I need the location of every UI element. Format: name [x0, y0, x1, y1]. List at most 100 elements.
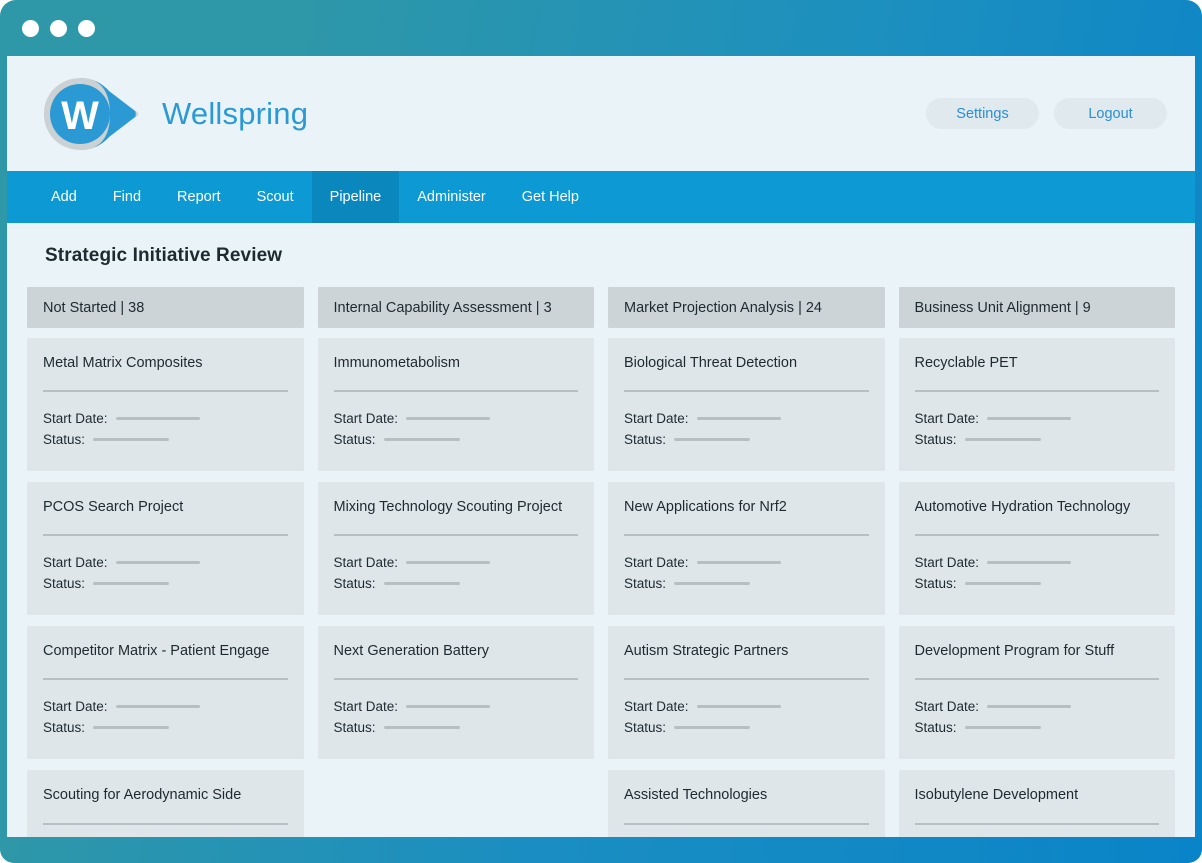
field-label-start-date: Start Date:: [915, 699, 980, 714]
project-card[interactable]: Development Program for Stuff Start Date:…: [899, 626, 1176, 759]
minimize-window-icon[interactable]: [50, 20, 67, 37]
field-label-start-date: Start Date:: [624, 411, 689, 426]
field-value-placeholder-start-date: [697, 417, 781, 420]
card-field-start-date: Start Date:: [624, 555, 869, 570]
card-field-status: Status:: [915, 432, 1160, 447]
page-title: Strategic Initiative Review: [45, 245, 1175, 267]
card-divider: [43, 678, 288, 680]
field-label-status: Status:: [334, 576, 376, 591]
project-card[interactable]: PCOS Search ProjectStart Date:Status:: [27, 482, 304, 615]
field-label-status: Status:: [915, 720, 957, 735]
card-divider: [915, 534, 1160, 536]
card-field-start-date: Start Date:: [624, 411, 869, 426]
card-field-start-date: Start Date:: [915, 411, 1160, 426]
field-label-status: Status:: [334, 720, 376, 735]
project-card-title: PCOS Search Project: [43, 498, 288, 516]
field-label-start-date: Start Date:: [624, 555, 689, 570]
field-value-placeholder-start-date: [406, 417, 490, 420]
field-label-status: Status:: [624, 432, 666, 447]
field-value-placeholder-start-date: [116, 705, 200, 708]
project-card[interactable]: Isobutylene DevelopmentStart Date:Status…: [899, 770, 1176, 837]
nav-item-add[interactable]: Add: [33, 171, 95, 223]
nav-item-report[interactable]: Report: [159, 171, 239, 223]
project-card[interactable]: Automotive Hydration Technology Start Dat…: [899, 482, 1176, 615]
settings-button[interactable]: Settings: [926, 98, 1039, 129]
field-value-placeholder-start-date: [406, 561, 490, 564]
field-value-placeholder-start-date: [987, 561, 1071, 564]
field-value-placeholder-start-date: [116, 561, 200, 564]
field-value-placeholder-status: [965, 726, 1041, 729]
nav-item-scout[interactable]: Scout: [239, 171, 312, 223]
project-card-title: Isobutylene Development: [915, 786, 1160, 804]
field-value-placeholder-status: [965, 582, 1041, 585]
field-label-start-date: Start Date:: [334, 411, 399, 426]
card-field-status: Status:: [624, 720, 869, 735]
field-label-start-date: Start Date:: [43, 411, 108, 426]
close-window-icon[interactable]: [22, 20, 39, 37]
field-value-placeholder-status: [674, 438, 750, 441]
card-field-status: Status:: [43, 576, 288, 591]
card-field-start-date: Start Date:: [624, 699, 869, 714]
project-card[interactable]: Biological Threat DetectionStart Date:St…: [608, 338, 885, 471]
project-card[interactable]: Next Generation BatteryStart Date:Status…: [318, 626, 595, 759]
field-label-start-date: Start Date:: [624, 699, 689, 714]
column-header[interactable]: Internal Capability Assessment | 3: [318, 287, 595, 328]
card-field-status: Status:: [43, 720, 288, 735]
field-value-placeholder-status: [384, 582, 460, 585]
field-value-placeholder-start-date: [697, 705, 781, 708]
field-label-start-date: Start Date:: [43, 699, 108, 714]
project-card[interactable]: Assisted TechnologiesStart Date:Status:: [608, 770, 885, 837]
nav-item-get-help[interactable]: Get Help: [504, 171, 597, 223]
header-actions: Settings Logout: [926, 98, 1167, 129]
column-header[interactable]: Not Started | 38: [27, 287, 304, 328]
brand-header: W Wellspring Settings Logout: [7, 56, 1195, 171]
nav-item-find[interactable]: Find: [95, 171, 159, 223]
project-card[interactable]: Mixing Technology Scouting ProjectStart …: [318, 482, 595, 615]
project-card[interactable]: Autism Strategic PartnersStart Date:Stat…: [608, 626, 885, 759]
project-card-title: Metal Matrix Composites: [43, 354, 288, 372]
project-card[interactable]: Metal Matrix Composites Start Date: Status…: [27, 338, 304, 471]
card-divider: [915, 390, 1160, 392]
card-divider: [43, 390, 288, 392]
card-field-status: Status:: [624, 432, 869, 447]
project-card[interactable]: ImmunometabolismStart Date:Status:: [318, 338, 595, 471]
card-field-status: Status:: [334, 720, 579, 735]
maximize-window-icon[interactable]: [78, 20, 95, 37]
nav-item-pipeline[interactable]: Pipeline: [312, 171, 400, 223]
project-card-title: Recyclable PET: [915, 354, 1160, 372]
card-field-start-date: Start Date:: [334, 411, 579, 426]
field-value-placeholder-status: [93, 726, 169, 729]
field-label-status: Status:: [43, 720, 85, 735]
project-card[interactable]: New Applications for Nrf2Start Date:Stat…: [608, 482, 885, 615]
project-card-title: Development Program for Stuff: [915, 642, 1160, 660]
field-value-placeholder-status: [674, 726, 750, 729]
field-value-placeholder-status: [93, 582, 169, 585]
nav-item-administer[interactable]: Administer: [399, 171, 504, 223]
field-value-placeholder-start-date: [987, 417, 1071, 420]
project-card[interactable]: Recyclable PET Start Date: Status:: [899, 338, 1176, 471]
field-label-start-date: Start Date:: [915, 555, 980, 570]
application-window: W Wellspring Settings Logout AddFindRepo…: [0, 0, 1202, 863]
column-header[interactable]: Business Unit Alignment | 9: [899, 287, 1176, 328]
project-card-title: Automotive Hydration Technology: [915, 498, 1160, 516]
card-divider: [915, 678, 1160, 680]
brand-logo-group[interactable]: W Wellspring: [40, 75, 308, 153]
card-field-status: Status:: [915, 720, 1160, 735]
field-label-status: Status:: [43, 432, 85, 447]
field-value-placeholder-start-date: [987, 705, 1071, 708]
field-label-status: Status:: [915, 576, 957, 591]
card-field-start-date: Start Date:: [43, 411, 288, 426]
project-card[interactable]: Competitor Matrix - Patient EngageStart …: [27, 626, 304, 759]
project-card[interactable]: Scouting for Aerodynamic SideStart Date:…: [27, 770, 304, 837]
field-value-placeholder-status: [965, 438, 1041, 441]
card-field-start-date: Start Date:: [43, 699, 288, 714]
logout-button[interactable]: Logout: [1054, 98, 1167, 129]
field-label-status: Status:: [43, 576, 85, 591]
column-header[interactable]: Market Projection Analysis | 24: [608, 287, 885, 328]
card-divider: [624, 390, 869, 392]
board-column: Business Unit Alignment | 9 Recyclable PE…: [899, 287, 1176, 837]
brand-name: Wellspring: [162, 96, 308, 132]
card-field-start-date: Start Date:: [334, 699, 579, 714]
field-value-placeholder-status: [93, 438, 169, 441]
card-divider: [334, 390, 579, 392]
